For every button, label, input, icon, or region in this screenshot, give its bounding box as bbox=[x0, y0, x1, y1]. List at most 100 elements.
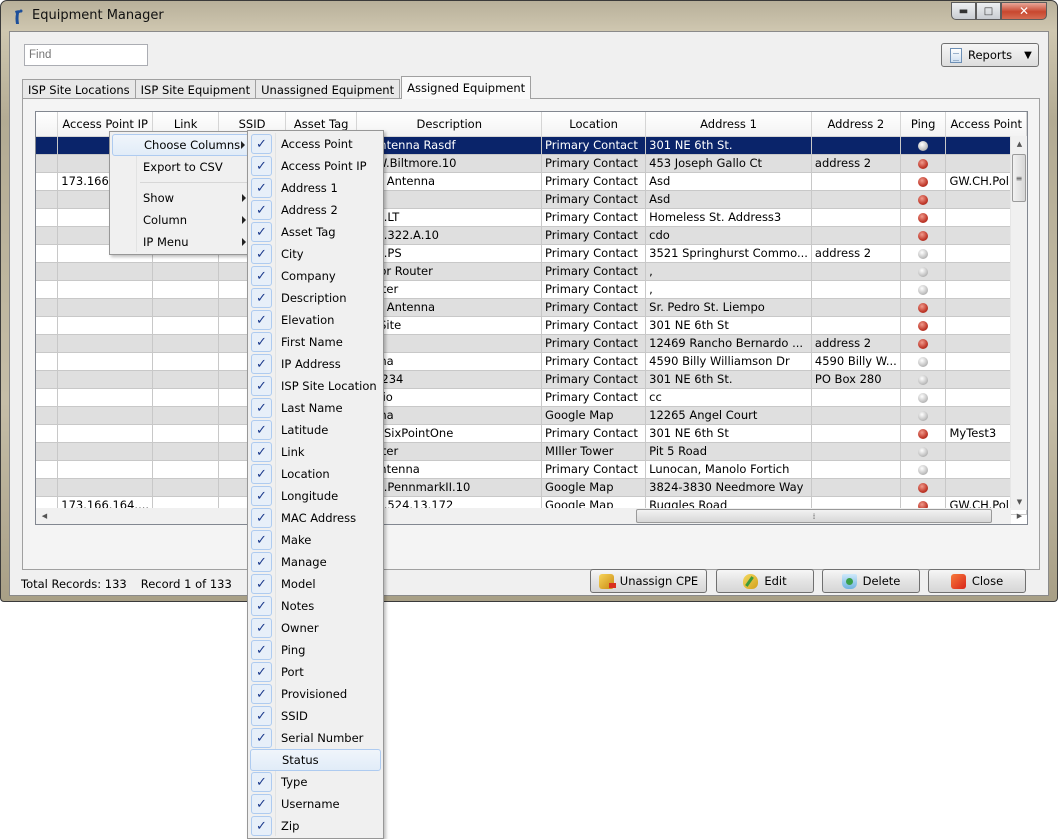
column-header[interactable]: Location bbox=[541, 112, 647, 137]
menu-item-column[interactable]: Column bbox=[112, 209, 252, 231]
ping-cell[interactable] bbox=[900, 280, 947, 299]
cell-address1[interactable]: 301 NE 6th St bbox=[645, 424, 812, 443]
cell-address2[interactable] bbox=[811, 460, 901, 479]
column-toggle-first-name[interactable]: ✓ First Name bbox=[250, 331, 381, 353]
cell-location[interactable]: Primary Contact bbox=[541, 172, 647, 191]
cell-ap-ip[interactable] bbox=[57, 388, 154, 407]
cell-address2[interactable] bbox=[811, 316, 901, 335]
ping-cell[interactable] bbox=[900, 244, 947, 263]
cell-location[interactable]: Primary Contact bbox=[541, 208, 647, 227]
cell-description[interactable]: ch1234 bbox=[356, 370, 543, 389]
cell-description[interactable]: peater bbox=[356, 442, 543, 461]
menu-item-export-csv[interactable]: Export to CSV bbox=[112, 156, 252, 178]
cell-link[interactable] bbox=[152, 280, 220, 299]
row-header-cell[interactable] bbox=[36, 280, 59, 299]
column-toggle-make[interactable]: ✓ Make bbox=[250, 529, 381, 551]
column-toggle-model[interactable]: ✓ Model bbox=[250, 573, 381, 595]
cell-link[interactable] bbox=[152, 460, 220, 479]
ping-cell[interactable] bbox=[900, 190, 947, 209]
cell-address2[interactable]: address 2 bbox=[811, 244, 901, 263]
cell-location[interactable]: Primary Contact bbox=[541, 460, 647, 479]
tab-isp-site-equipment[interactable]: ISP Site Equipment bbox=[134, 79, 257, 99]
table-row[interactable]: RadioPrimary Contactcc bbox=[36, 388, 1027, 407]
cell-ap-ip[interactable] bbox=[57, 280, 154, 299]
cell-address2[interactable]: address 2 bbox=[811, 334, 901, 353]
cell-link[interactable] bbox=[152, 298, 220, 317]
column-toggle-ssid[interactable]: ✓ SSID bbox=[250, 705, 381, 727]
cell-address1[interactable]: 12469 Rancho Bernardo ... bbox=[645, 334, 812, 353]
cell-description[interactable]: n Antenna Rasdf bbox=[356, 136, 543, 155]
row-header-cell[interactable] bbox=[36, 442, 59, 461]
cell-link[interactable] bbox=[152, 316, 220, 335]
cell-address1[interactable]: Sr. Pedro St. Liempo bbox=[645, 298, 812, 317]
cell-address2[interactable]: PO Box 280 bbox=[811, 370, 901, 389]
column-toggle-location[interactable]: ✓ Location bbox=[250, 463, 381, 485]
unassign-cpe-button[interactable]: Unassign CPE bbox=[590, 569, 707, 593]
ping-cell[interactable] bbox=[900, 172, 947, 191]
column-toggle-notes[interactable]: ✓ Notes bbox=[250, 595, 381, 617]
minimize-button[interactable]: ▬ bbox=[951, 2, 976, 20]
table-row[interactable]: ch1234Primary Contact301 NE 6th St.PO Bo… bbox=[36, 370, 1027, 389]
cell-description[interactable]: '.CH.LT bbox=[356, 208, 543, 227]
window-close-button[interactable]: ✕ bbox=[1001, 2, 1047, 20]
tab-unassigned-equipment[interactable]: Unassigned Equipment bbox=[255, 79, 401, 99]
row-header-cell[interactable] bbox=[36, 316, 59, 335]
cell-location[interactable]: Primary Contact bbox=[541, 370, 647, 389]
cell-link[interactable] bbox=[152, 388, 220, 407]
cell-description[interactable]: '.CH.PennmarkII.10 bbox=[356, 478, 543, 497]
column-toggle-city[interactable]: ✓ City bbox=[250, 243, 381, 265]
cell-address1[interactable]: 4590 Billy Williamson Dr bbox=[645, 352, 812, 371]
cell-description[interactable]: '.NW.Biltmore.10 bbox=[356, 154, 543, 173]
cell-ap-ip[interactable] bbox=[57, 316, 154, 335]
column-header[interactable]: Ping bbox=[900, 112, 947, 137]
menu-item-ip-menu[interactable]: IP Menu bbox=[112, 231, 252, 253]
ping-cell[interactable] bbox=[900, 154, 947, 173]
cell-description[interactable]: ctor Antenna bbox=[356, 172, 543, 191]
cell-address1[interactable]: cc bbox=[645, 388, 812, 407]
table-row[interactable]: tennaGoogle Map12265 Angel Court bbox=[36, 406, 1027, 425]
cell-ap-ip[interactable] bbox=[57, 298, 154, 317]
horizontal-scrollbar[interactable]: ◀ ⁞ ▶ bbox=[36, 508, 1022, 524]
ping-cell[interactable] bbox=[900, 370, 947, 389]
ping-cell[interactable] bbox=[900, 424, 947, 443]
cell-address2[interactable] bbox=[811, 442, 901, 461]
cell-description[interactable]: er' bbox=[356, 334, 543, 353]
table-row[interactable]: tennaPrimary Contact4590 Billy Williamso… bbox=[36, 352, 1027, 371]
row-header-cell[interactable] bbox=[36, 424, 59, 443]
cell-address2[interactable] bbox=[811, 424, 901, 443]
cell-address2[interactable] bbox=[811, 226, 901, 245]
cell-address1[interactable]: , bbox=[645, 262, 812, 281]
cell-address2[interactable]: address 2 bbox=[811, 154, 901, 173]
cell-description[interactable]: tdoor Router bbox=[356, 262, 543, 281]
scroll-up-arrow-icon[interactable]: ▲ bbox=[1011, 136, 1027, 152]
cell-description[interactable]: tenna bbox=[356, 406, 543, 425]
cell-address1[interactable]: Pit 5 Road bbox=[645, 442, 812, 461]
cell-link[interactable] bbox=[152, 442, 220, 461]
cell-link[interactable] bbox=[152, 424, 220, 443]
cell-location[interactable]: Primary Contact bbox=[541, 244, 647, 263]
column-toggle-description[interactable]: ✓ Description bbox=[250, 287, 381, 309]
column-header[interactable]: Address 1 bbox=[645, 112, 812, 137]
cell-address1[interactable]: Asd bbox=[645, 172, 812, 191]
column-toggle-latitude[interactable]: ✓ Latitude bbox=[250, 419, 381, 441]
column-toggle-owner[interactable]: ✓ Owner bbox=[250, 617, 381, 639]
cell-address2[interactable] bbox=[811, 172, 901, 191]
ping-cell[interactable] bbox=[900, 460, 947, 479]
cell-link[interactable] bbox=[152, 352, 220, 371]
cell-address1[interactable]: Lunocan, Manolo Fortich bbox=[645, 460, 812, 479]
cell-address2[interactable] bbox=[811, 136, 901, 155]
row-header-cell[interactable] bbox=[36, 298, 59, 317]
table-row[interactable]: er'Primary Contact12469 Rancho Bernardo … bbox=[36, 334, 1027, 353]
cell-address1[interactable]: 3521 Springhurst Commo... bbox=[645, 244, 812, 263]
cell-description[interactable]: peater bbox=[356, 280, 543, 299]
ping-cell[interactable] bbox=[900, 208, 947, 227]
column-toggle-asset-tag[interactable]: ✓ Asset Tag bbox=[250, 221, 381, 243]
edit-button[interactable]: Edit bbox=[716, 569, 814, 593]
column-toggle-mac-address[interactable]: ✓ MAC Address bbox=[250, 507, 381, 529]
cell-location[interactable]: Primary Contact bbox=[541, 388, 647, 407]
cell-address2[interactable] bbox=[811, 388, 901, 407]
table-row[interactable]: sionSixPointOne Primary Contact 301 NE 6th… bbox=[36, 424, 1027, 443]
column-toggle-isp-site-location[interactable]: ✓ ISP Site Location bbox=[250, 375, 381, 397]
menu-item-choose-columns[interactable]: Choose Columns bbox=[112, 134, 252, 156]
column-toggle-ping[interactable]: ✓ Ping bbox=[250, 639, 381, 661]
